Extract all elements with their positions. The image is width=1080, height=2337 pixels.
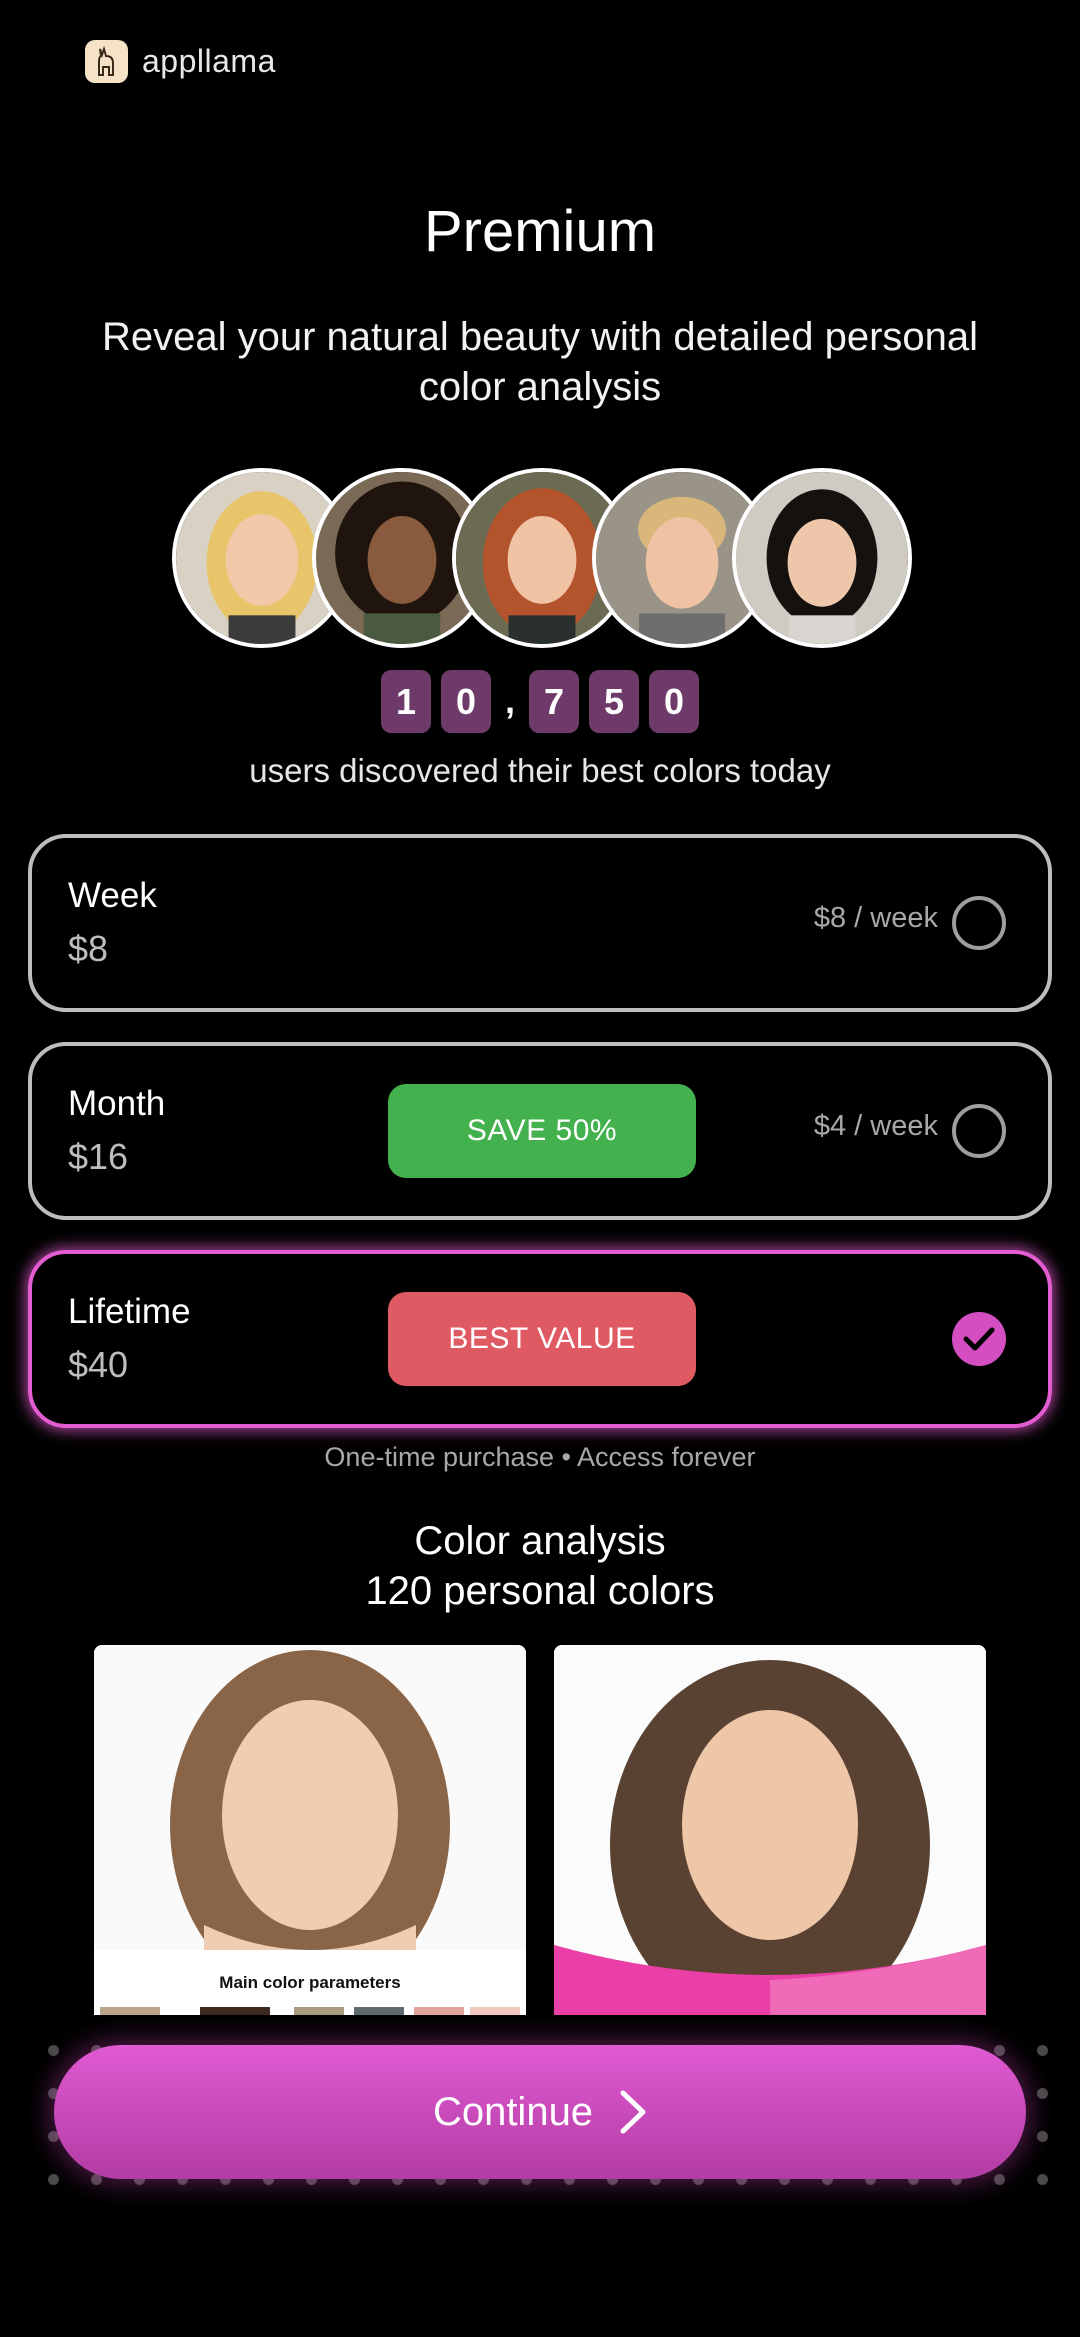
- counter-caption: users discovered their best colors today: [249, 752, 831, 789]
- plan-price: $40: [68, 1344, 129, 1385]
- plan-per-week: $8 / week: [813, 902, 938, 934]
- portrait-image: [94, 1645, 526, 2015]
- counter-digit: 0: [649, 670, 699, 733]
- counter-separator: ,: [504, 680, 515, 721]
- section-title-line1: Color analysis: [414, 1519, 666, 1563]
- plan-price: $8: [68, 928, 109, 969]
- page-title: Premium: [423, 199, 657, 264]
- plan-option-week[interactable]: Week $8 $8 / week: [28, 834, 1052, 1012]
- user-avatars: [172, 468, 912, 648]
- section-title-line2: 120 personal colors: [365, 1569, 715, 1613]
- counter-digit: 5: [589, 670, 639, 733]
- counter-digit: 7: [529, 670, 579, 733]
- plan-name: Week: [68, 876, 157, 915]
- save-badge: SAVE 50%: [388, 1084, 696, 1178]
- radio-button[interactable]: [952, 1104, 1006, 1158]
- chevron-right-icon: [620, 2090, 646, 2134]
- app-logo: appllama: [85, 40, 276, 83]
- logo-text: appllama: [142, 43, 276, 79]
- plan-name: Lifetime: [68, 1292, 191, 1331]
- preview-card-palette: [554, 1645, 986, 2015]
- preview-card-parameters: Main color parameters: [94, 1645, 526, 2015]
- best-value-badge: BEST VALUE: [388, 1292, 696, 1386]
- page-subtitle: Reveal your natural beauty with detailed…: [101, 315, 979, 409]
- avatar: [732, 468, 912, 648]
- users-counter: 1 0 , 7 5 0: [0, 670, 1080, 733]
- llama-icon: [85, 40, 128, 83]
- counter-digit: 0: [440, 670, 491, 733]
- section-title: Color analysis 120 personal colors: [0, 1516, 1080, 1616]
- plan-name: Month: [68, 1084, 166, 1123]
- portrait-image: [554, 1645, 986, 2015]
- plan-note: One-time purchase • Access forever: [324, 1442, 756, 1472]
- continue-label: Continue: [432, 2089, 594, 2134]
- plan-price: $16: [68, 1136, 129, 1177]
- continue-button[interactable]: Continue: [54, 2045, 1026, 2179]
- checkmark-icon[interactable]: [952, 1312, 1006, 1366]
- plan-per-week: $4 / week: [813, 1110, 938, 1142]
- plan-option-month[interactable]: Month $16 SAVE 50% $4 / week: [28, 1042, 1052, 1220]
- card-caption: Main color parameters: [219, 1973, 401, 1992]
- plan-option-lifetime[interactable]: Lifetime $40 BEST VALUE: [28, 1250, 1052, 1428]
- counter-digit: 1: [380, 670, 431, 733]
- radio-button[interactable]: [952, 896, 1006, 950]
